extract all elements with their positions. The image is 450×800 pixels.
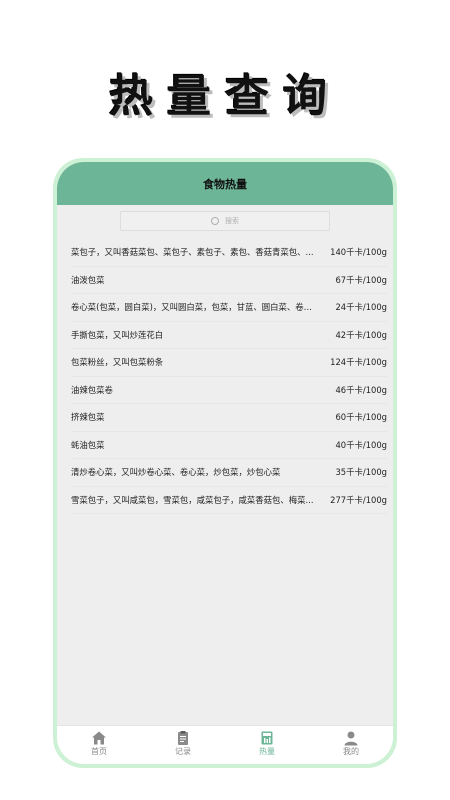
home-icon <box>92 731 106 745</box>
tab-home[interactable]: 首页 <box>57 726 141 764</box>
food-calories: 60千卡/100g <box>335 412 387 423</box>
food-name: 卷心菜(包菜，圆白菜)，又叫圆白菜，包菜，甘蓝、圆白菜、卷心... <box>71 302 321 313</box>
food-calories: 42千卡/100g <box>335 329 387 340</box>
food-row[interactable]: 包菜粉丝，又叫包菜粉条 124千卡/100g <box>71 349 387 377</box>
search-bar: 搜索 <box>57 205 393 231</box>
person-icon <box>344 731 358 746</box>
search-input[interactable]: 搜索 <box>120 211 330 231</box>
food-row[interactable]: 挤辣包菜 60千卡/100g <box>71 404 387 432</box>
tab-bar: 首页 记录 热量 我的 <box>57 725 393 764</box>
food-name: 雪菜包子，又叫咸菜包，雪菜包，咸菜包子，咸菜香菇包、梅菜... <box>71 494 314 505</box>
food-row[interactable]: 雪菜包子，又叫咸菜包，雪菜包，咸菜包子，咸菜香菇包、梅菜... 277千卡/10… <box>71 487 387 514</box>
tab-mine[interactable]: 我的 <box>309 726 393 764</box>
food-calories: 24千卡/100g <box>335 302 387 313</box>
food-row[interactable]: 手撕包菜，又叫炒莲花白 42千卡/100g <box>71 322 387 349</box>
phone-frame: 食物热量 搜索 菜包子，又叫香菇菜包、菜包子、素包子、素包、香菇青菜包、... … <box>53 158 397 768</box>
food-calories: 46千卡/100g <box>335 384 387 395</box>
tab-record[interactable]: 记录 <box>141 726 225 764</box>
food-name: 包菜粉丝，又叫包菜粉条 <box>71 357 164 368</box>
food-row[interactable]: 清炒卷心菜，又叫炒卷心菜、卷心菜，炒包菜，炒包心菜 35千卡/100g <box>71 459 387 487</box>
food-row[interactable]: 卷心菜(包菜，圆白菜)，又叫圆白菜，包菜，甘蓝、圆白菜、卷心... 24千卡/1… <box>71 294 387 322</box>
app-header: 食物热量 <box>57 162 393 205</box>
search-placeholder: 搜索 <box>225 217 239 225</box>
food-name: 挤辣包菜 <box>71 412 105 423</box>
food-name: 油泼包菜 <box>71 274 105 285</box>
app-screen: 食物热量 搜索 菜包子，又叫香菇菜包、菜包子、素包子、素包、香菇青菜包、... … <box>57 162 393 764</box>
tab-calorie[interactable]: 热量 <box>225 726 309 764</box>
food-row[interactable]: 菜包子，又叫香菇菜包、菜包子、素包子、素包、香菇青菜包、... 140千卡/10… <box>71 239 387 267</box>
food-name: 手撕包菜，又叫炒莲花白 <box>71 329 164 340</box>
page: 热量查询 食物热量 搜索 菜包子，又叫香菇菜包、菜包子、素包子、素包、香菇青菜包… <box>0 0 450 800</box>
food-calories: 124千卡/100g <box>330 357 387 368</box>
tab-mine-label: 我的 <box>343 747 359 756</box>
tab-record-label: 记录 <box>175 747 191 756</box>
food-row[interactable]: 油泼包菜 67千卡/100g <box>71 267 387 294</box>
food-name: 油辣包菜卷 <box>71 384 113 395</box>
food-calories: 40千卡/100g <box>335 439 387 450</box>
header-title: 食物热量 <box>203 177 247 191</box>
clipboard-icon <box>178 731 188 745</box>
food-list: 菜包子，又叫香菇菜包、菜包子、素包子、素包、香菇青菜包、... 140千卡/10… <box>57 239 393 514</box>
search-icon <box>211 217 219 225</box>
food-calories: 140千卡/100g <box>330 247 387 258</box>
tab-calorie-label: 热量 <box>259 747 275 756</box>
food-calories: 67千卡/100g <box>335 274 387 285</box>
food-name: 菜包子，又叫香菇菜包、菜包子、素包子、素包、香菇青菜包、... <box>71 247 314 258</box>
promo-title: 热量查询 <box>109 71 341 122</box>
food-name: 清炒卷心菜，又叫炒卷心菜、卷心菜，炒包菜，炒包心菜 <box>71 467 281 478</box>
food-calories: 277千卡/100g <box>330 494 387 505</box>
food-row[interactable]: 蚝油包菜 40千卡/100g <box>71 432 387 459</box>
food-row[interactable]: 油辣包菜卷 46千卡/100g <box>71 377 387 404</box>
food-name: 蚝油包菜 <box>71 439 105 450</box>
food-calories: 35千卡/100g <box>335 467 387 478</box>
calorie-icon <box>261 731 273 745</box>
tab-home-label: 首页 <box>91 747 107 756</box>
